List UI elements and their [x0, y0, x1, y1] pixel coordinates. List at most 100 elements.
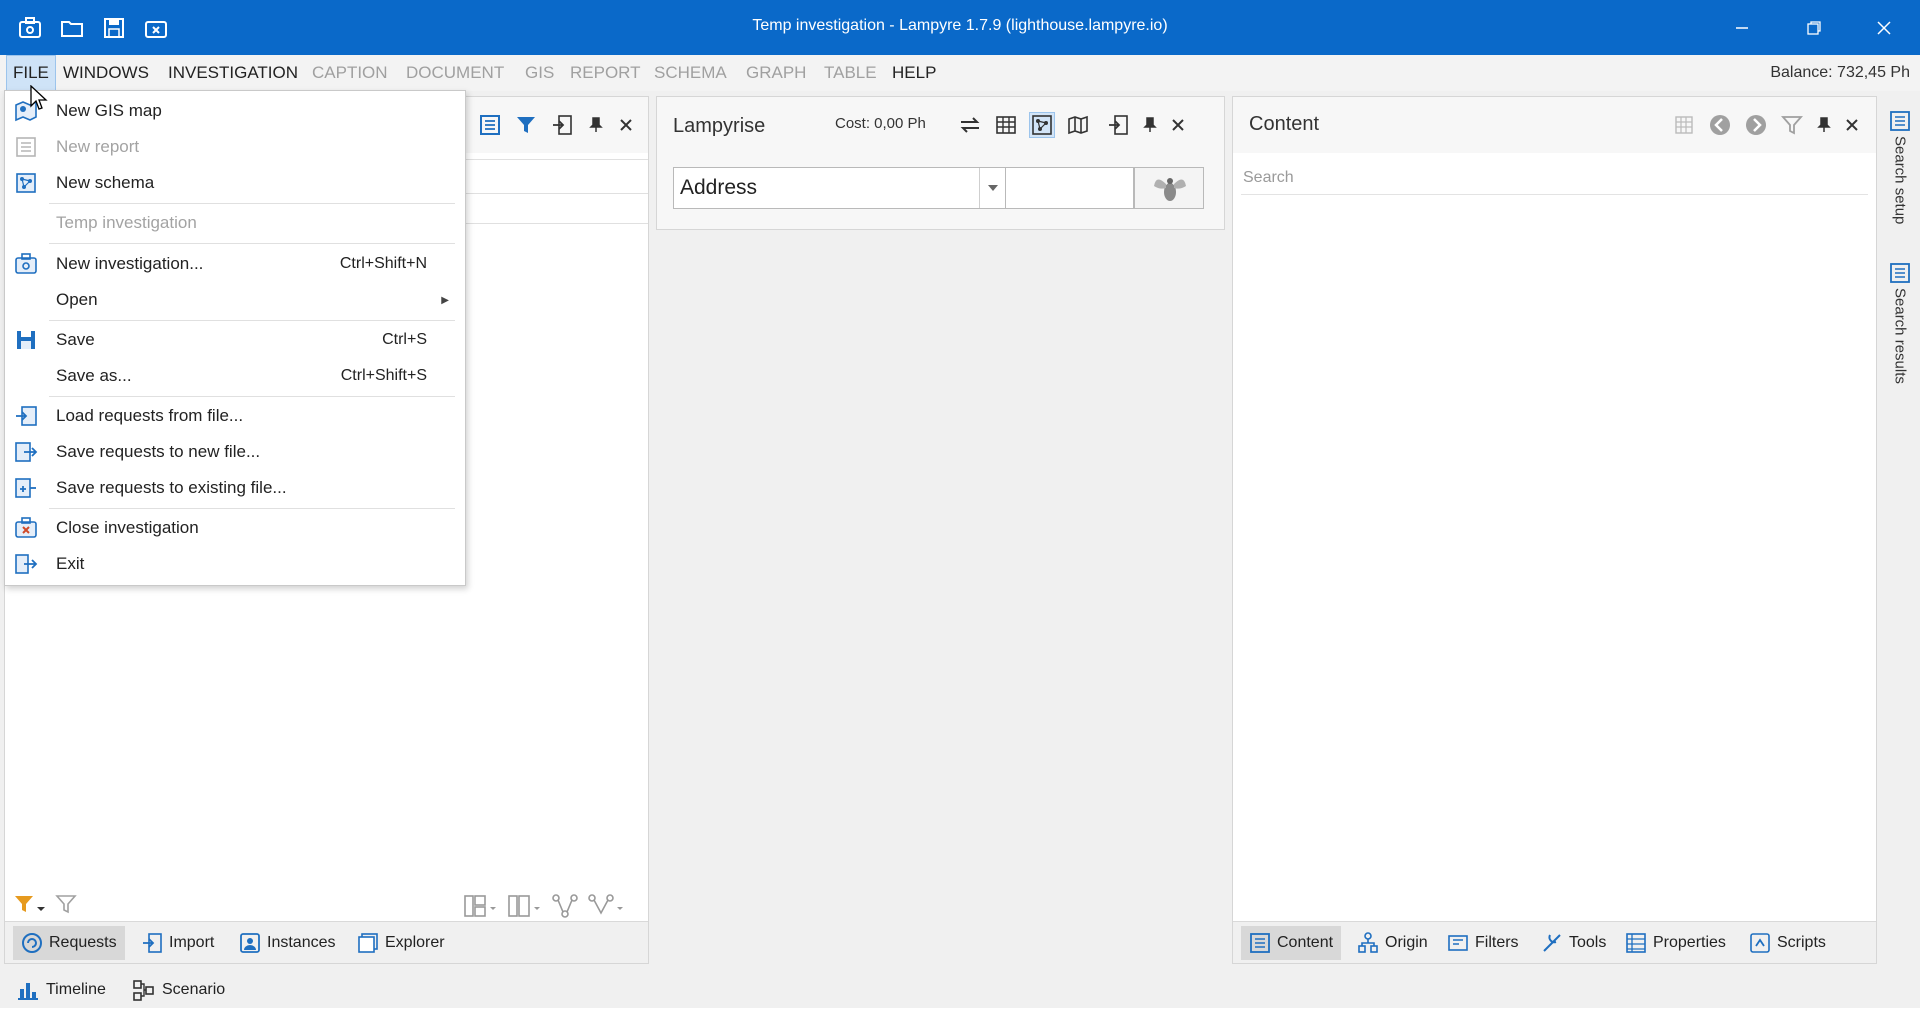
close-icon[interactable]	[613, 112, 639, 138]
menu-item-new-gis-map[interactable]: New GIS map	[5, 93, 465, 129]
pin-icon[interactable]	[583, 112, 609, 138]
tab-explorer[interactable]: Explorer	[349, 926, 453, 960]
menu-item-label: Close investigation	[56, 518, 199, 537]
filters-icon	[1448, 935, 1468, 951]
filter-icon[interactable]	[513, 112, 539, 138]
tab-content[interactable]: Content	[1241, 926, 1342, 960]
tab-explorer-label: Explorer	[385, 934, 445, 951]
menu-item-label: Open	[56, 290, 98, 309]
import-icon	[143, 933, 162, 953]
export-icon[interactable]	[549, 112, 575, 138]
tab-properties[interactable]: Properties	[1617, 926, 1734, 960]
close-icon[interactable]	[1165, 112, 1191, 138]
layout-icon[interactable]	[463, 893, 499, 924]
tab-requests-label: Requests	[49, 934, 117, 951]
submenu-arrow-icon: ▶	[441, 294, 449, 306]
search-go-button[interactable]	[1134, 167, 1204, 209]
tab-instances[interactable]: Instances	[231, 926, 343, 960]
menu-item-close-investigation[interactable]: Close investigation	[5, 510, 465, 546]
close-investigation-icon	[13, 516, 39, 540]
chevron-down-icon[interactable]	[979, 168, 1005, 208]
table-view-icon[interactable]	[993, 112, 1019, 138]
layout-alt-icon[interactable]	[507, 893, 543, 924]
content-panel: Content Content Origin	[1232, 96, 1877, 964]
back-icon[interactable]	[1707, 112, 1733, 138]
menu-item-save-requests-new[interactable]: Save requests to new file...	[5, 434, 465, 470]
close-icon[interactable]	[1839, 112, 1865, 138]
menu-item-load-requests[interactable]: Load requests from file...	[5, 398, 465, 434]
tab-filters[interactable]: Filters	[1439, 926, 1527, 960]
search-setup-icon	[1890, 111, 1910, 131]
schema-view-icon[interactable]	[1029, 112, 1055, 138]
menu-item-new-schema[interactable]: New schema	[5, 165, 465, 201]
menu-item-exit[interactable]: Exit	[5, 546, 465, 582]
menu-item-label: New schema	[56, 173, 155, 192]
graph-dropdown-icon[interactable]	[587, 893, 627, 924]
menu-table[interactable]: TABLE	[818, 55, 883, 91]
menu-investigation[interactable]: INVESTIGATION	[162, 55, 304, 91]
timeline-button[interactable]: Timeline	[16, 976, 106, 1004]
export-icon[interactable]	[1105, 112, 1131, 138]
menu-item-shortcut: Ctrl+Shift+S	[340, 367, 427, 384]
menu-graph[interactable]: GRAPH	[740, 55, 812, 91]
scenario-icon	[133, 980, 154, 1001]
graph-nodes-icon[interactable]	[551, 893, 579, 924]
menu-item-label: Save	[56, 330, 95, 349]
menu-item-save-requests-existing[interactable]: Save requests to existing file...	[5, 470, 465, 506]
tab-filters-label: Filters	[1475, 934, 1519, 951]
map-view-icon[interactable]	[1065, 112, 1091, 138]
pin-icon[interactable]	[1811, 112, 1837, 138]
tab-tools-label: Tools	[1569, 934, 1607, 951]
menu-item-new-report[interactable]: New report	[5, 129, 465, 165]
menu-item-new-investigation[interactable]: New investigation... Ctrl+Shift+N	[5, 246, 465, 282]
tab-origin[interactable]: Origin	[1349, 926, 1436, 960]
grid-icon[interactable]	[1671, 112, 1697, 138]
tab-tools[interactable]: Tools	[1533, 926, 1614, 960]
side-tab-search-results[interactable]: Search results	[1886, 262, 1914, 384]
lampyrise-title: Lampyrise	[673, 115, 766, 137]
refresh-arrows-icon[interactable]	[957, 112, 983, 138]
filter-icon[interactable]	[1779, 112, 1805, 138]
report-icon	[13, 135, 39, 159]
cost-label: Cost: 0,00 Ph	[835, 115, 926, 132]
menu-item-label: Exit	[56, 554, 85, 573]
menu-caption[interactable]: CAPTION	[306, 55, 394, 91]
save-requests-existing-icon	[13, 476, 39, 500]
close-window-button[interactable]	[1866, 12, 1902, 44]
menu-document[interactable]: DOCUMENT	[400, 55, 510, 91]
menu-gis[interactable]: GIS	[519, 55, 560, 91]
content-search-input[interactable]	[1241, 161, 1868, 195]
forward-icon[interactable]	[1743, 112, 1769, 138]
menu-windows[interactable]: WINDOWS	[57, 55, 155, 91]
timeline-icon	[18, 983, 38, 1000]
menu-separator	[49, 396, 455, 397]
tab-requests[interactable]: Requests	[13, 926, 125, 960]
pin-icon[interactable]	[1137, 112, 1163, 138]
side-tab-search-setup[interactable]: Search setup	[1886, 110, 1914, 224]
address-type-select[interactable]: Address	[673, 167, 1006, 209]
menu-item-temp-investigation: Temp investigation	[5, 205, 465, 241]
tab-import[interactable]: Import	[133, 926, 222, 960]
tab-scripts[interactable]: Scripts	[1741, 926, 1834, 960]
menu-item-label: New investigation...	[56, 254, 204, 273]
address-input[interactable]	[1006, 167, 1134, 209]
clear-filter-icon[interactable]	[55, 893, 81, 924]
requests-icon	[22, 933, 42, 953]
content-title: Content	[1249, 113, 1320, 135]
tree-view-icon[interactable]	[477, 112, 503, 138]
menu-report[interactable]: REPORT	[564, 55, 647, 91]
restore-button[interactable]	[1796, 12, 1832, 44]
menu-schema[interactable]: SCHEMA	[648, 55, 733, 91]
menu-separator	[49, 243, 455, 244]
balance-label: Balance: 732,45 Ph	[1770, 64, 1910, 81]
status-bar: Timeline Scenario	[0, 970, 1880, 1010]
scenario-button[interactable]: Scenario	[132, 976, 225, 1004]
menu-item-save-as[interactable]: Save as... Ctrl+Shift+S	[5, 358, 465, 394]
bottom-strip	[0, 1008, 1920, 1035]
minimize-button[interactable]	[1724, 12, 1760, 44]
schema-icon	[13, 171, 39, 195]
menu-help[interactable]: HELP	[886, 55, 942, 91]
menu-item-save[interactable]: Save Ctrl+S	[5, 322, 465, 358]
menu-item-open[interactable]: Open ▶	[5, 282, 465, 318]
funnel-dropdown-icon[interactable]	[13, 893, 47, 924]
